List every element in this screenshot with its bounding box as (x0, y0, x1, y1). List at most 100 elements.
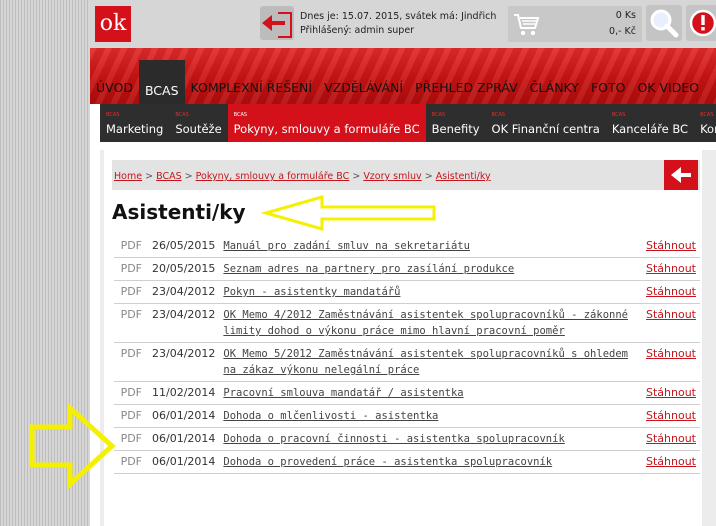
doc-date: 06/01/2014 (148, 404, 220, 428)
doc-type: PDF (114, 303, 148, 343)
doc-title-link[interactable]: OK Memo 5/2012 Zaměstnávání asistentek s… (223, 348, 628, 376)
sub-nav-label: Marketing (106, 122, 164, 136)
page-title: Asistenti/ky (112, 200, 246, 224)
sub-nav: BCAS Marketing BCAS Soutěže BCAS Pokyny,… (100, 104, 716, 142)
download-link[interactable]: Stáhnout (646, 285, 696, 298)
breadcrumb: Home > BCAS > Pokyny, smlouvy a formulář… (114, 171, 491, 182)
main-nav-item-uvod[interactable]: ÚVOD (90, 78, 139, 104)
doc-type: PDF (114, 450, 148, 474)
sub-nav-tag: BCAS (611, 112, 626, 118)
document-table: PDF 26/05/2015 Manuál pro zadání smluv n… (114, 235, 700, 474)
doc-date: 26/05/2015 (148, 235, 220, 258)
sub-nav-label: Kontakty (700, 122, 716, 136)
sub-nav-item-pokyny-smlouvy[interactable]: BCAS Pokyny, smlouvy a formuláře BC (227, 104, 426, 142)
main-nav: ÚVOD BCAS KOMPLEXNÍ ŘEŠENÍ VZDĚLÁVÁNÍ PŘ… (90, 60, 705, 104)
table-row: PDF 23/04/2012 OK Memo 4/2012 Zaměstnává… (114, 303, 700, 343)
doc-date: 23/04/2012 (148, 303, 220, 343)
search-button[interactable] (646, 5, 682, 41)
doc-type: PDF (114, 280, 148, 304)
breadcrumb-separator: > (184, 171, 193, 182)
table-row: PDF 06/01/2014 Dohoda o mlčenlivosti - a… (114, 404, 700, 428)
sub-nav-tag: BCAS (431, 112, 446, 118)
date-line: Dnes je: 15.07. 2015, svátek má: Jindřic… (300, 11, 497, 22)
doc-date: 23/04/2012 (148, 280, 220, 304)
doc-date: 20/05/2015 (148, 257, 220, 281)
main-nav-item-ok-video[interactable]: OK VIDEO (631, 78, 705, 104)
sub-nav-item-kancelare[interactable]: BCAS Kanceláře BC (606, 104, 694, 142)
info-button[interactable] (686, 5, 716, 41)
doc-type: PDF (114, 404, 148, 428)
cart-count: 0 Ks (615, 10, 636, 21)
main-nav-item-vzdelavani[interactable]: VZDĚLÁVÁNÍ (318, 78, 409, 104)
breadcrumb-bar: Home > BCAS > Pokyny, smlouvy a formulář… (112, 160, 700, 190)
doc-date: 11/02/2014 (148, 381, 220, 405)
top-bar: ok Dnes je: 15.07. 2015, svátek má: Jind… (90, 0, 716, 48)
sub-nav-item-souteze[interactable]: BCAS Soutěže (169, 104, 227, 142)
main-nav-banner: ÚVOD BCAS KOMPLEXNÍ ŘEŠENÍ VZDĚLÁVÁNÍ PŘ… (90, 48, 716, 104)
doc-title-link[interactable]: Seznam adres na partnery pro zasílání pr… (223, 263, 514, 275)
breadcrumb-link-home[interactable]: Home (114, 171, 142, 182)
doc-date: 23/04/2012 (148, 342, 220, 382)
download-link[interactable]: Stáhnout (646, 262, 696, 275)
sub-nav-label: Pokyny, smlouvy a formuláře BC (233, 122, 420, 136)
table-row: PDF 23/04/2012 OK Memo 5/2012 Zaměstnává… (114, 342, 700, 382)
doc-type: PDF (114, 342, 148, 382)
breadcrumb-link-pokyny[interactable]: Pokyny, smlouvy a formuláře BC (196, 171, 350, 182)
breadcrumb-link-asistenti[interactable]: Asistenti/ky (436, 171, 491, 182)
sub-nav-tag: BCAS (233, 112, 248, 118)
table-row: PDF 26/05/2015 Manuál pro zadání smluv n… (114, 235, 700, 258)
doc-title-link[interactable]: Pokyn - asistentky mandatářů (223, 286, 400, 298)
doc-title-link[interactable]: Dohoda o provedení práce - asistentka sp… (223, 456, 552, 468)
logo[interactable]: ok (95, 6, 131, 42)
search-icon (650, 9, 679, 38)
content-panel: Home > BCAS > Pokyny, smlouvy a formulář… (104, 150, 702, 526)
sub-nav-tag: BCAS (175, 112, 189, 118)
doc-title-link[interactable]: Pracovní smlouva mandatář / asistentka (223, 387, 463, 399)
logged-user-line: Přihlášený: admin super (300, 25, 415, 36)
logout-button[interactable] (260, 6, 294, 40)
cart-icon (514, 14, 540, 36)
sub-nav-item-marketing[interactable]: BCAS Marketing (100, 104, 169, 142)
doc-title-link[interactable]: Dohoda o mlčenlivosti - asistentka (223, 410, 438, 422)
breadcrumb-separator: > (145, 171, 154, 182)
sub-nav-label: Benefity (431, 122, 480, 136)
main-nav-item-prehled-zprav[interactable]: PŘEHLED ZPRÁV (409, 78, 524, 104)
sub-nav-item-kontakty[interactable]: BCAS Kontakty (694, 104, 716, 142)
download-link[interactable]: Stáhnout (646, 455, 696, 468)
main-nav-item-komplexni-reseni[interactable]: KOMPLEXNÍ ŘEŠENÍ (185, 78, 319, 104)
back-button[interactable] (664, 160, 698, 190)
download-link[interactable]: Stáhnout (646, 409, 696, 422)
download-link[interactable]: Stáhnout (646, 239, 696, 252)
table-row: PDF 06/01/2014 Dohoda o provedení práce … (114, 450, 700, 474)
breadcrumb-separator: > (424, 171, 433, 182)
table-row: PDF 11/02/2014 Pracovní smlouva mandatář… (114, 381, 700, 405)
sub-nav-label: OK Finanční centra (491, 122, 600, 136)
sub-nav-tag: BCAS (700, 112, 714, 118)
download-link[interactable]: Stáhnout (646, 432, 696, 445)
cart-button[interactable]: 0 Ks 0,- Kč (508, 6, 642, 42)
download-link[interactable]: Stáhnout (646, 308, 696, 321)
left-background-strip (0, 0, 90, 526)
sub-nav-tag: BCAS (106, 112, 120, 118)
breadcrumb-separator: > (352, 171, 361, 182)
main-nav-item-clanky[interactable]: ČLÁNKY (524, 78, 585, 104)
breadcrumb-link-vzory-smluv[interactable]: Vzory smluv (363, 171, 421, 182)
sub-nav-item-financni-centra[interactable]: BCAS OK Finanční centra (486, 104, 606, 142)
table-row: PDF 23/04/2012 Pokyn - asistentky mandat… (114, 280, 700, 304)
main-nav-item-foto[interactable]: FOTO (585, 78, 632, 104)
download-link[interactable]: Stáhnout (646, 386, 696, 399)
main-nav-item-bcas[interactable]: BCAS (138, 60, 185, 104)
table-row: PDF 06/01/2014 Dohoda o pracovní činnost… (114, 427, 700, 451)
sub-nav-tag: BCAS (491, 112, 505, 118)
info-icon (689, 9, 716, 37)
download-link[interactable]: Stáhnout (646, 347, 696, 360)
doc-title-link[interactable]: OK Memo 4/2012 Zaměstnávání asistentek s… (223, 309, 628, 337)
cart-price: 0,- Kč (609, 26, 636, 37)
doc-type: PDF (114, 235, 148, 258)
doc-title-link[interactable]: Dohoda o pracovní činnosti - asistentka … (223, 433, 564, 445)
doc-title-link[interactable]: Manuál pro zadání smluv na sekretariátu (223, 240, 470, 252)
breadcrumb-link-bcas[interactable]: BCAS (156, 171, 182, 182)
sub-nav-label: Soutěže (175, 122, 222, 136)
doc-type: PDF (114, 381, 148, 405)
sub-nav-item-benefity[interactable]: BCAS Benefity (426, 104, 486, 142)
